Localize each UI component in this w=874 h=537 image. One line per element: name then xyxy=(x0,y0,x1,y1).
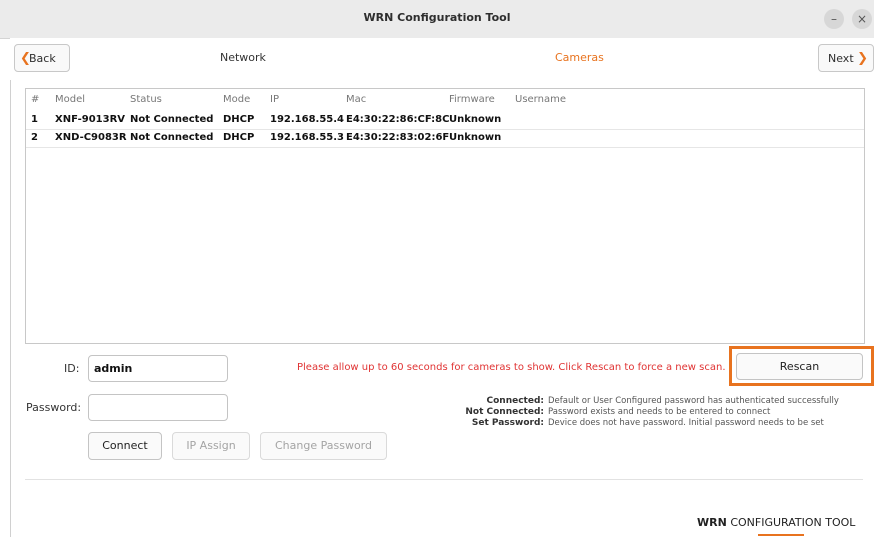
divider xyxy=(10,80,11,537)
column-header[interactable]: IP xyxy=(270,94,279,105)
table-cell: XND-C9083R xyxy=(55,132,127,143)
table-cell: 192.168.55.3 xyxy=(270,132,345,143)
table-header: # Model Status Mode IP Mac Firmware User… xyxy=(26,89,864,111)
tab-cameras[interactable]: Cameras xyxy=(555,51,604,64)
brand-underline xyxy=(758,534,804,536)
next-button[interactable]: Next ❯ xyxy=(818,44,874,72)
table-cell: XNF-9013RV xyxy=(55,114,126,125)
table-cell: Not Connected xyxy=(130,132,214,143)
password-label: Password: xyxy=(26,401,82,414)
column-header[interactable]: Status xyxy=(130,94,162,105)
column-header[interactable]: Mode xyxy=(223,94,250,105)
table-cell: Unknown xyxy=(449,132,502,143)
id-field[interactable] xyxy=(88,355,228,382)
title-bar: WRN Configuration Tool – × xyxy=(0,0,874,39)
column-header[interactable]: Mac xyxy=(346,94,366,105)
column-header[interactable]: Username xyxy=(515,94,566,105)
chevron-left-icon: ❮ xyxy=(20,51,31,66)
column-header[interactable]: Model xyxy=(55,94,85,105)
legend-key: Set Password: xyxy=(471,418,544,428)
legend-key: Not Connected: xyxy=(465,407,544,417)
close-icon[interactable]: × xyxy=(852,9,872,29)
table-row[interactable]: 2 XND-C9083R Not Connected DHCP 192.168.… xyxy=(26,129,864,148)
camera-table: # Model Status Mode IP Mac Firmware User… xyxy=(25,88,865,344)
minimize-icon[interactable]: – xyxy=(824,9,844,29)
column-header[interactable]: # xyxy=(31,94,39,105)
table-cell: 2 xyxy=(31,132,38,143)
next-label: Next xyxy=(828,52,854,65)
tab-network[interactable]: Network xyxy=(220,51,266,64)
wizard-nav: ❮ Back Network Cameras Next ❯ xyxy=(10,38,874,78)
change-password-button[interactable]: Change Password xyxy=(260,432,387,460)
back-label: Back xyxy=(29,52,56,65)
table-cell: Unknown xyxy=(449,114,502,125)
back-button[interactable]: ❮ Back xyxy=(14,44,70,72)
legend-value: Default or User Configured password has … xyxy=(548,396,839,406)
divider xyxy=(25,479,863,480)
column-header[interactable]: Firmware xyxy=(449,94,495,105)
table-cell: E4:30:22:86:CF:8C xyxy=(346,114,450,125)
legend-value: Device does not have password. Initial p… xyxy=(548,418,824,428)
table-cell: DHCP xyxy=(223,114,255,125)
table-cell: DHCP xyxy=(223,132,255,143)
table-cell: E4:30:22:83:02:6F xyxy=(346,132,450,143)
table-cell: 192.168.55.4 xyxy=(270,114,345,125)
chevron-right-icon: ❯ xyxy=(857,51,868,66)
ip-assign-button[interactable]: IP Assign xyxy=(172,432,250,460)
table-cell: 1 xyxy=(31,114,38,125)
legend-value: Password exists and needs to be entered … xyxy=(548,407,771,417)
table-cell: Not Connected xyxy=(130,114,214,125)
brand-logo: WRN CONFIGURATION TOOL xyxy=(697,516,855,529)
brand-strong: WRN xyxy=(697,516,727,529)
connect-button[interactable]: Connect xyxy=(88,432,162,460)
table-row[interactable]: 1 XNF-9013RV Not Connected DHCP 192.168.… xyxy=(26,111,864,130)
legend-key: Connected: xyxy=(486,396,545,406)
id-label: ID: xyxy=(64,362,80,375)
window-title: WRN Configuration Tool xyxy=(363,11,511,24)
rescan-button[interactable]: Rescan xyxy=(736,353,863,380)
scan-notice: Please allow up to 60 seconds for camera… xyxy=(297,362,726,373)
password-field[interactable] xyxy=(88,394,228,421)
brand-rest: CONFIGURATION TOOL xyxy=(730,516,856,529)
